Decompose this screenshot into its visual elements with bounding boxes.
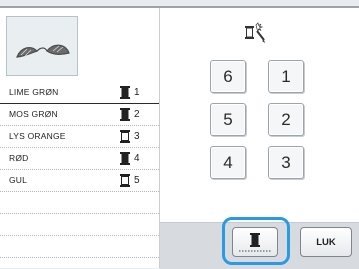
thread-spool-button[interactable]: [232, 227, 278, 257]
empty-row: [0, 236, 159, 258]
thread-list-panel: LIME GRØN 1 MOS GRØN 2 LYS ORANGE 3 RØD …: [0, 8, 160, 268]
thread-row-4[interactable]: RØD 4: [0, 148, 159, 170]
embroidery-preview-image: [6, 16, 78, 76]
thread-row-2[interactable]: MOS GRØN 2: [0, 104, 159, 126]
thread-number-button-6[interactable]: 6: [210, 60, 246, 93]
thread-number: 5: [134, 175, 140, 186]
thread-number: 3: [134, 131, 140, 142]
thread-number: 2: [134, 109, 140, 120]
thread-spool-icon: [239, 233, 271, 252]
thread-name: RØD: [9, 153, 29, 163]
thread-number-button-3[interactable]: 3: [268, 146, 304, 179]
empty-row: [0, 192, 159, 214]
spool-filled-icon: [120, 86, 130, 99]
thread-row-5[interactable]: GUL 5: [0, 170, 159, 192]
thread-order-screen: LIME GRØN 1 MOS GRØN 2 LYS ORANGE 3 RØD …: [0, 6, 359, 269]
spool-filled-icon: [120, 108, 130, 121]
thread-number: 4: [134, 153, 140, 164]
thread-number-panel: 6 1 5 2 4 3 LUK: [160, 8, 359, 269]
spool-filled-icon: [120, 152, 130, 165]
thread-row-3[interactable]: LYS ORANGE 3: [0, 126, 159, 148]
spool-outline-icon: [120, 174, 130, 187]
spool-clear-icon: [244, 22, 266, 44]
thread-name: GUL: [9, 175, 28, 185]
bottom-toolbar: LUK: [160, 217, 359, 269]
thread-list: LIME GRØN 1 MOS GRØN 2 LYS ORANGE 3 RØD …: [0, 82, 159, 258]
thread-number-button-5[interactable]: 5: [210, 103, 246, 136]
empty-row: [0, 214, 159, 236]
thread-name: MOS GRØN: [9, 109, 58, 119]
thread-number: 1: [134, 87, 140, 98]
thread-row-1[interactable]: LIME GRØN 1: [0, 82, 159, 104]
thread-number-button-1[interactable]: 1: [268, 60, 304, 93]
close-button[interactable]: LUK: [300, 227, 352, 257]
spool-outline-icon: [120, 130, 130, 143]
thread-number-button-2[interactable]: 2: [268, 103, 304, 136]
thread-number-button-4[interactable]: 4: [210, 146, 246, 179]
thread-name: LIME GRØN: [9, 87, 59, 97]
thread-name: LYS ORANGE: [9, 131, 66, 141]
